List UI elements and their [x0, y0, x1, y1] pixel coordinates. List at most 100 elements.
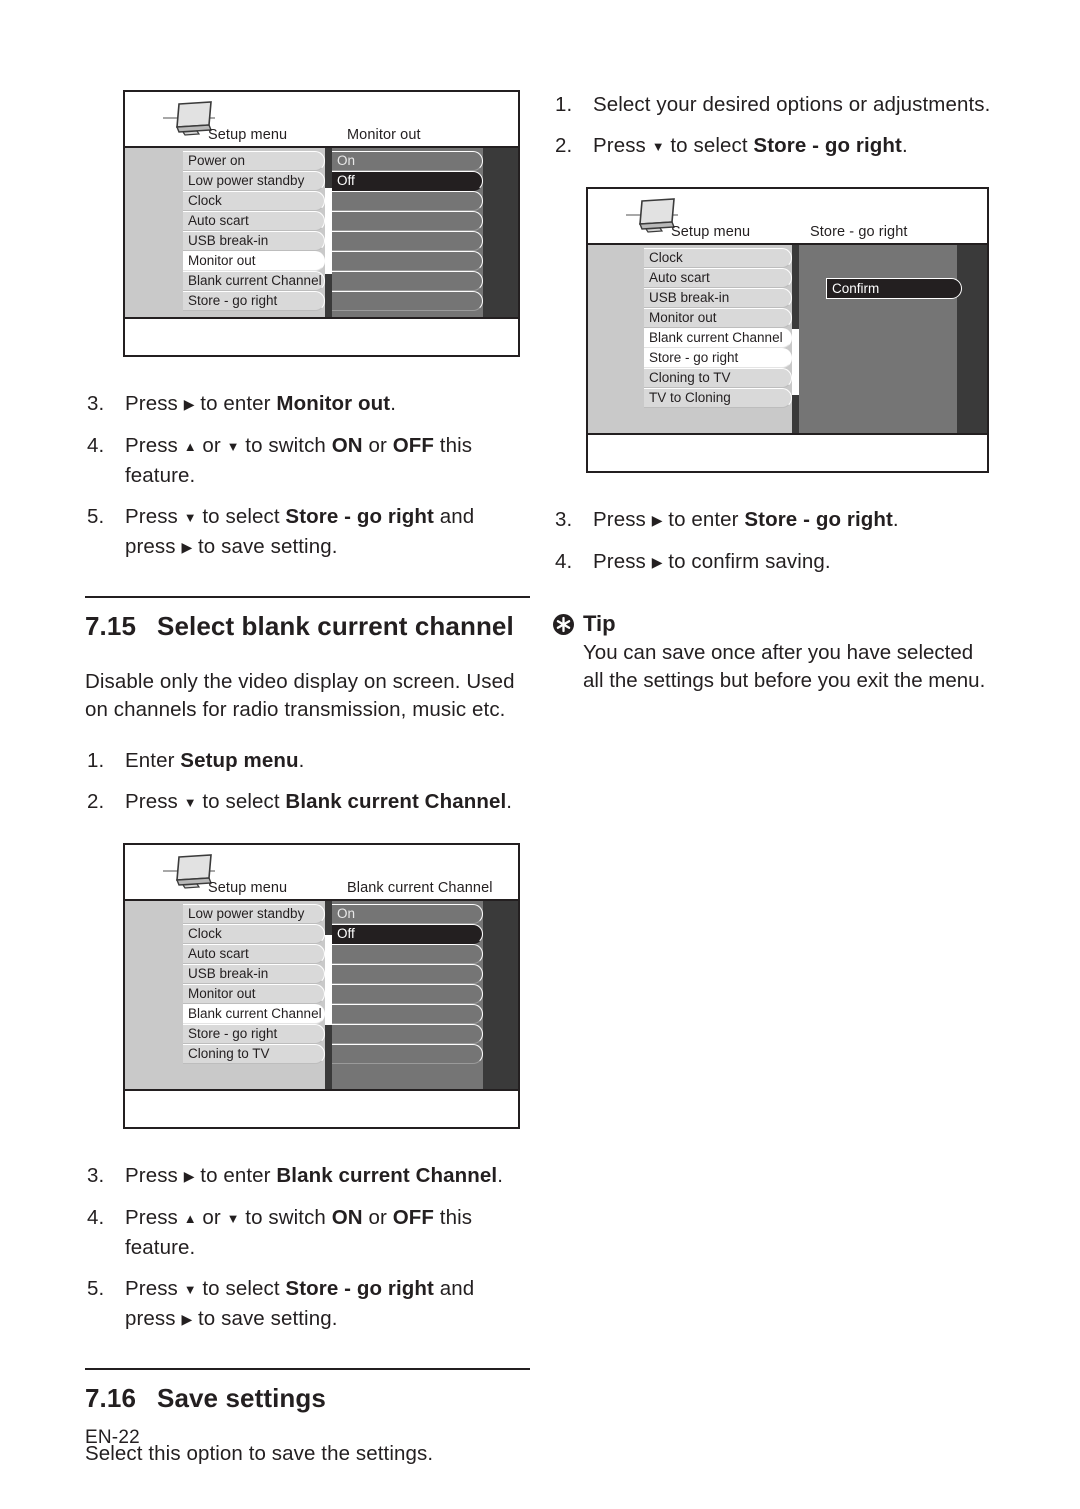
option-item[interactable]	[332, 1004, 483, 1024]
option-item[interactable]	[332, 291, 483, 311]
option-item[interactable]: On	[332, 904, 483, 924]
menu-scrollbar[interactable]	[792, 245, 799, 433]
option-item[interactable]	[332, 191, 483, 211]
option-item[interactable]	[332, 271, 483, 291]
option-item[interactable]	[332, 984, 483, 1004]
section-intro: Select this option to save the settings.	[85, 1442, 434, 1465]
menu-item[interactable]: Store - go right	[183, 291, 325, 311]
setup-menu-list[interactable]: Power on Low power standby Clock Auto scart…	[125, 148, 325, 317]
step-number: 1.	[555, 93, 573, 116]
instruction-step: 1. Select your desired options or adjustm…	[553, 90, 998, 119]
setup-menu-list[interactable]: Low power standby Clock Auto scart USB brea…	[125, 901, 325, 1089]
menu-item[interactable]: Cloning to TV	[644, 368, 792, 388]
scrollbar-thumb[interactable]	[325, 935, 332, 1025]
menu-item-label: USB break-in	[649, 290, 730, 306]
menu-item[interactable]: USB break-in	[644, 288, 792, 308]
monitor-out-menu-figure: Setup menu Monitor out Power on Low power…	[123, 90, 520, 357]
menu-item[interactable]: Cloning to TV	[183, 1044, 325, 1064]
menu-item[interactable]: Clock	[644, 248, 792, 268]
steps-bottom: 3. Press ▶ to enter Store - go right. 4. Pr…	[553, 505, 998, 577]
direction-arrow-icon: ▶	[651, 512, 663, 528]
direction-arrow-icon: ▼	[183, 1282, 197, 1297]
menu-item-label: TV to Cloning	[649, 390, 731, 406]
store-go-right-menu-figure: Setup menu Store - go right Clock Auto sc…	[586, 187, 989, 473]
blank-current-channel-menu-figure: Setup menu Blank current Channel Low pow…	[123, 843, 520, 1129]
step-text: to save setting.	[192, 535, 338, 558]
confirm-button[interactable]: Confirm	[826, 278, 962, 299]
steps-monitor-out: 3. Press ▶ to enter Monitor out. 4. Press ▲…	[85, 389, 530, 562]
step-text: to enter	[194, 1164, 277, 1187]
instruction-step: 3. Press ▶ to enter Monitor out.	[85, 389, 530, 419]
section-number: 7.15	[85, 611, 137, 641]
menu-item[interactable]: Power on	[183, 151, 325, 171]
option-list[interactable]: Confirm	[799, 245, 962, 433]
step-emphasis: OFF	[392, 1206, 435, 1229]
figure-store-go-right-wrap: Setup menu Store - go right Clock Auto sc…	[586, 187, 998, 473]
direction-arrow-icon: ▼	[183, 795, 197, 810]
option-item[interactable]	[332, 211, 483, 231]
step-number: 3.	[555, 508, 573, 531]
menu-item-label: Monitor out	[649, 310, 717, 326]
menu-item-label: Blank current Channel	[188, 273, 322, 289]
option-item[interactable]: Off	[332, 171, 483, 191]
direction-arrow-icon: ▶	[183, 1168, 195, 1184]
option-item[interactable]: Off	[332, 924, 483, 944]
menu-item-label: Monitor out	[188, 253, 256, 269]
menu-item[interactable]: Blank current Channel	[183, 271, 325, 291]
menu-item[interactable]: USB break-in	[183, 964, 325, 984]
menu-item-label: Store - go right	[188, 293, 278, 309]
step-emphasis: Monitor out	[276, 392, 391, 415]
tip-block: Tip You can save once after you have sel…	[553, 611, 998, 695]
instruction-step: 3. Press ▶ to enter Store - go right.	[553, 505, 998, 535]
menu-item[interactable]: Blank current Channel	[183, 1004, 325, 1024]
menu-item[interactable]: Clock	[183, 924, 325, 944]
step-text: to select	[196, 1277, 286, 1300]
scrollbar-thumb[interactable]	[325, 188, 332, 274]
menu-item[interactable]: TV to Cloning	[644, 388, 792, 408]
step-text: Select your desired options or adjustmen…	[593, 93, 991, 116]
direction-arrow-icon: ▲	[183, 1211, 197, 1226]
step-text: .	[892, 508, 899, 531]
steps-top: 1. Select your desired options or adjustm…	[553, 90, 998, 161]
option-item[interactable]: On	[332, 151, 483, 171]
step-text: or	[196, 1206, 227, 1229]
menu-item[interactable]: Auto scart	[183, 211, 325, 231]
menu-item[interactable]: Blank current Channel	[644, 328, 792, 348]
menu-scrollbar[interactable]	[325, 148, 332, 317]
menu-item[interactable]: Clock	[183, 191, 325, 211]
section-title: Save settings	[157, 1383, 326, 1413]
step-text: Press	[125, 392, 184, 415]
option-list[interactable]: On Off	[332, 148, 483, 317]
option-item[interactable]	[332, 1044, 483, 1064]
option-list[interactable]: On Off	[332, 901, 483, 1089]
menu-item[interactable]: Low power standby	[183, 904, 325, 924]
option-item[interactable]	[332, 944, 483, 964]
step-emphasis: Blank current Channel	[276, 1164, 498, 1187]
menu-item[interactable]: Low power standby	[183, 171, 325, 191]
option-item[interactable]	[332, 1024, 483, 1044]
setup-menu-list[interactable]: Clock Auto scart USB break-in Monitor out Bl…	[588, 245, 792, 433]
step-text: Press	[125, 1206, 184, 1229]
option-item[interactable]	[332, 251, 483, 271]
step-number: 5.	[87, 505, 105, 528]
scrollbar-thumb[interactable]	[792, 329, 799, 395]
figure-monitor-out-wrap: Setup menu Monitor out Power on Low power…	[123, 90, 530, 357]
menu-item[interactable]: Monitor out	[183, 984, 325, 1004]
figure-title-right: Blank current Channel	[347, 880, 493, 896]
instruction-step: 5. Press ▼ to select Store - go right and…	[85, 502, 530, 562]
step-emphasis: ON	[331, 434, 363, 457]
figure-header: Setup menu Monitor out	[125, 92, 518, 148]
menu-item[interactable]: Monitor out	[644, 308, 792, 328]
menu-item[interactable]: Auto scart	[183, 944, 325, 964]
menu-item[interactable]: Auto scart	[644, 268, 792, 288]
option-item[interactable]	[332, 231, 483, 251]
figure-title-left: Setup menu	[671, 224, 751, 240]
option-item[interactable]	[332, 964, 483, 984]
menu-item[interactable]: Monitor out	[183, 251, 325, 271]
direction-arrow-icon: ▶	[651, 554, 663, 570]
menu-item[interactable]: Store - go right	[183, 1024, 325, 1044]
menu-item[interactable]: USB break-in	[183, 231, 325, 251]
figure-footer	[125, 1089, 518, 1127]
menu-scrollbar[interactable]	[325, 901, 332, 1089]
menu-item[interactable]: Store - go right	[644, 348, 792, 368]
